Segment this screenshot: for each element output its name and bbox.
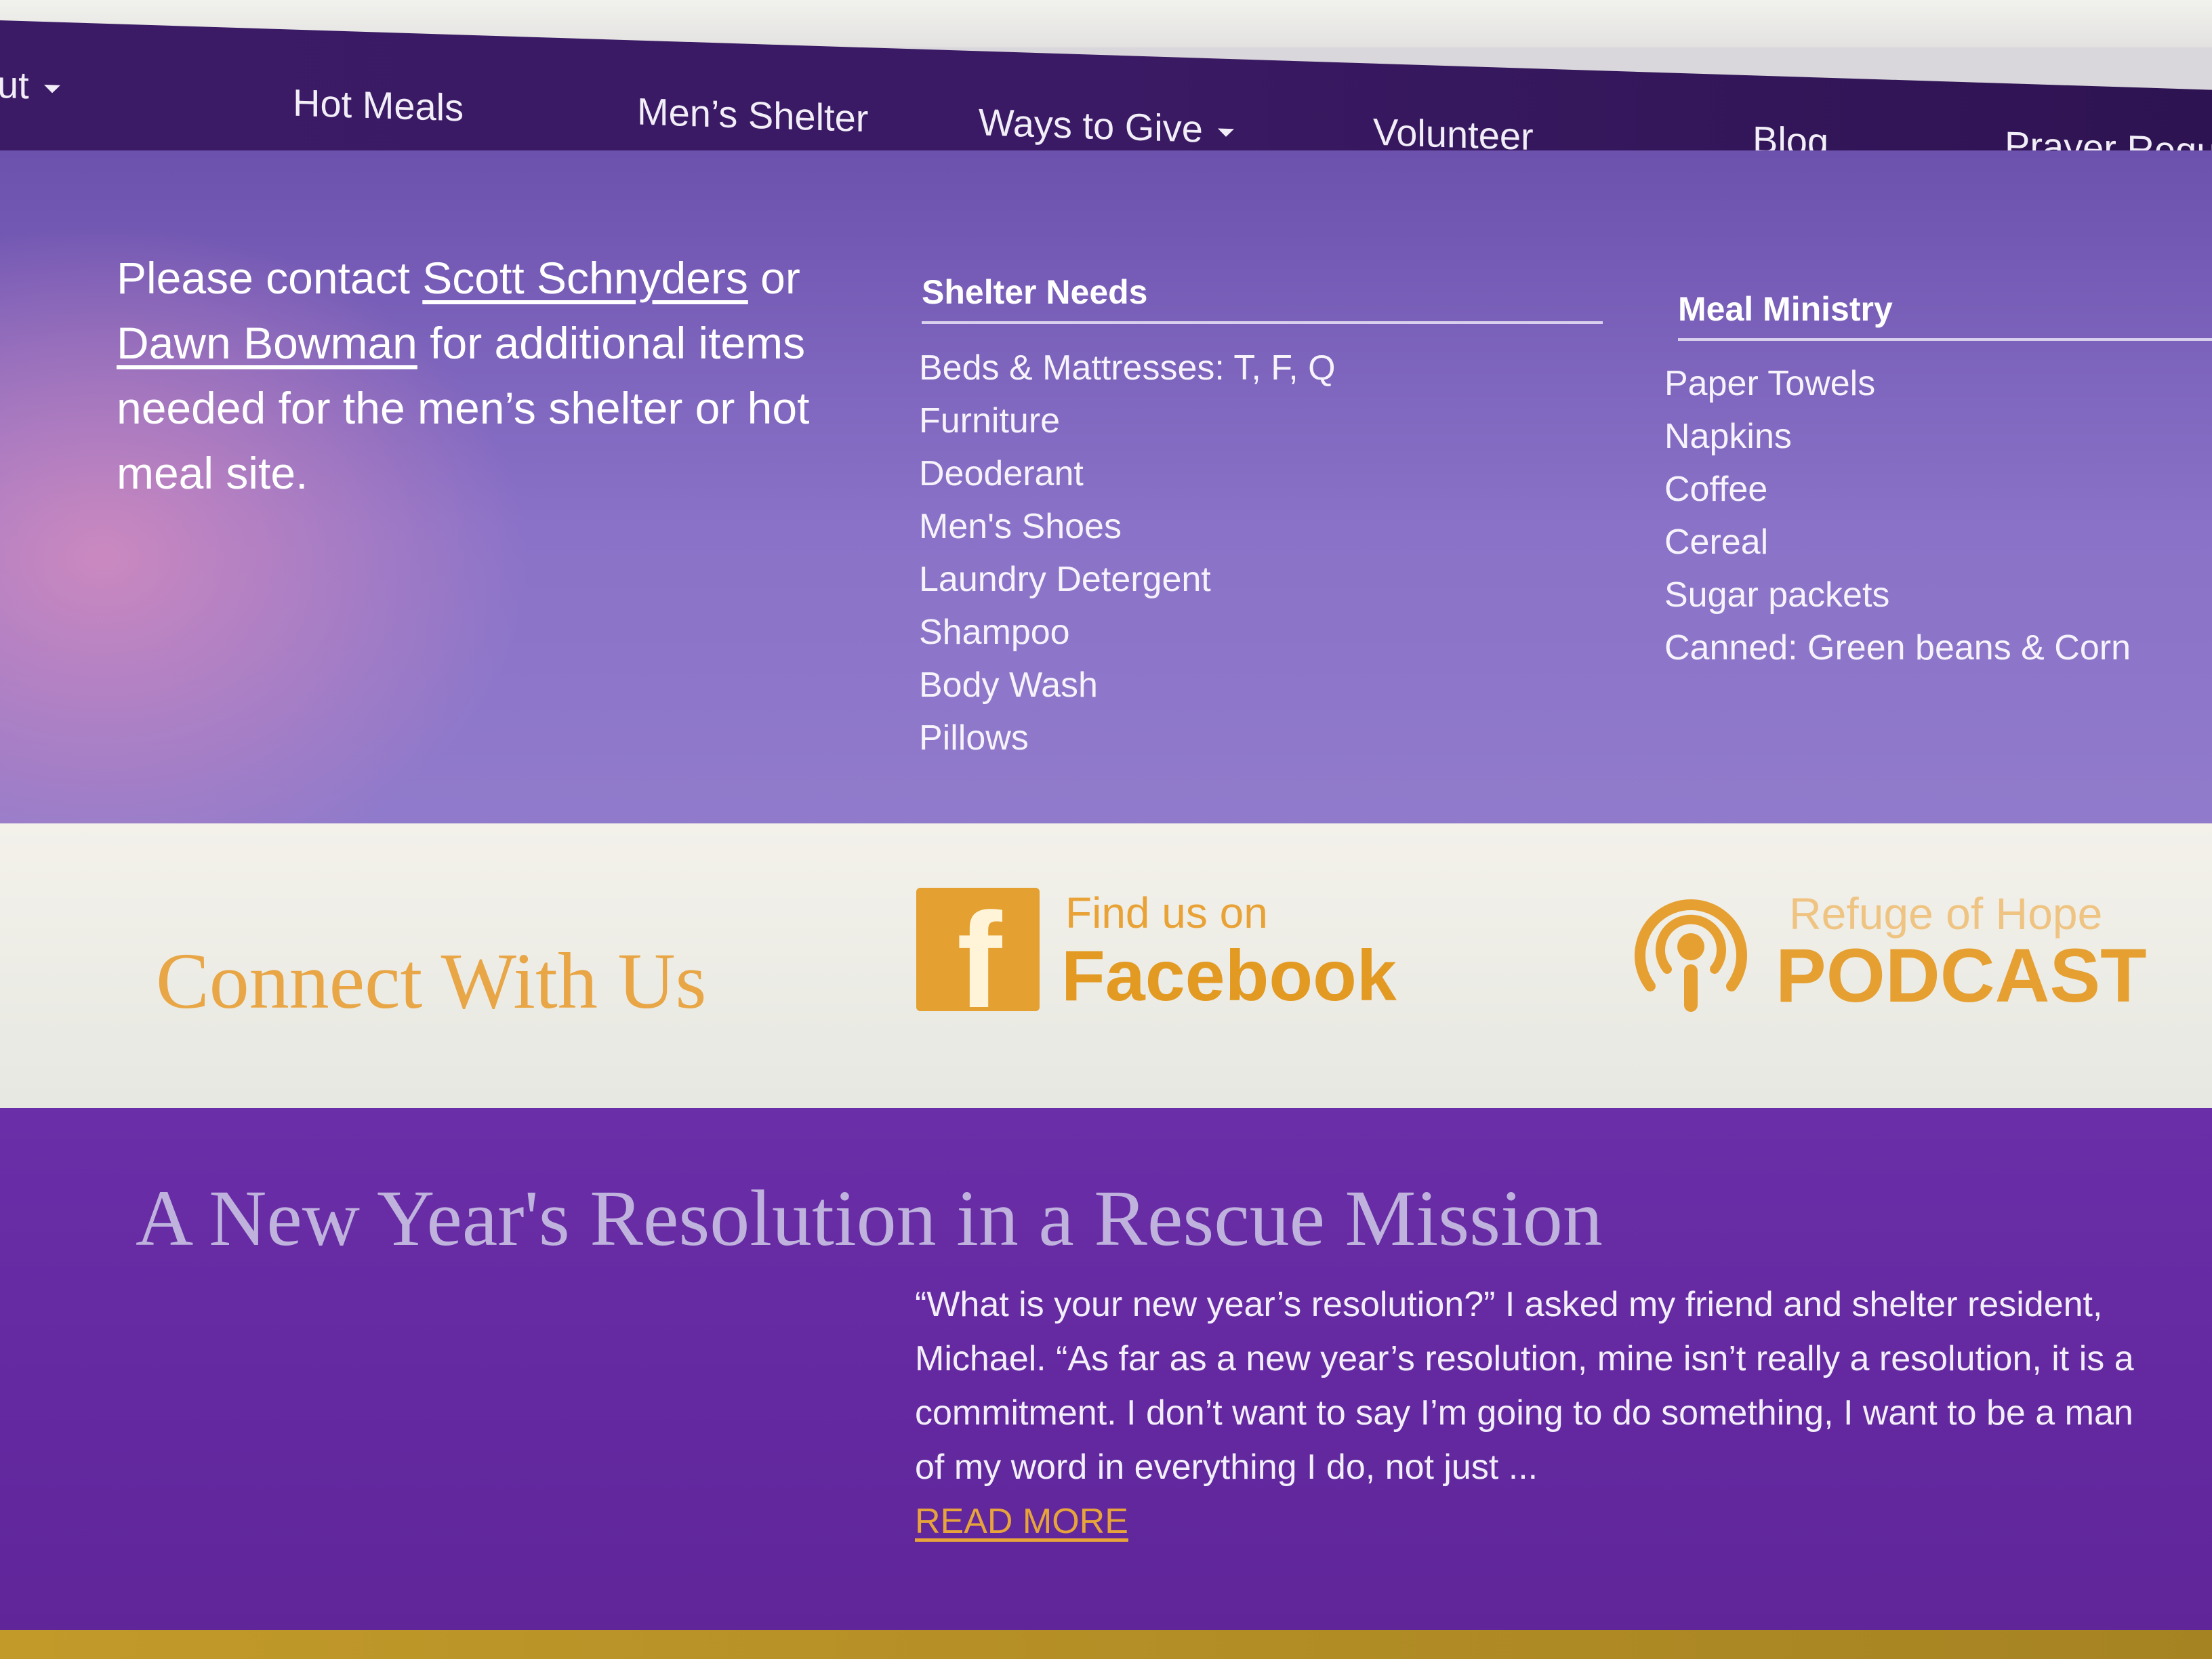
nav-item-label: ut xyxy=(0,62,29,107)
list-item: Pillows xyxy=(919,718,1029,758)
blog-section: A New Year's Resolution in a Rescue Miss… xyxy=(0,1108,2212,1659)
nav-item-hot-meals[interactable]: Hot Meals xyxy=(293,81,464,130)
shelter-needs-list: Beds & Mattresses: T, F, Q Furniture Deo… xyxy=(919,342,1336,764)
read-more-link[interactable]: READ MORE xyxy=(915,1494,1128,1549)
list-item: Laundry Detergent xyxy=(919,560,1211,599)
list-item: Napkins xyxy=(1664,417,1792,456)
nav-item-label: Hot Meals xyxy=(293,81,464,129)
needs-section: Please contact Scott Schnyders or Dawn B… xyxy=(0,150,2212,835)
contact-link-dawn[interactable]: Dawn Bowman xyxy=(117,318,417,368)
contact-middle: or xyxy=(747,253,800,303)
footer-accent-bar xyxy=(0,1630,2212,1659)
list-item: Shampoo xyxy=(919,613,1070,652)
list-item: Deoderant xyxy=(919,454,1084,493)
podcast-label: PODCAST xyxy=(1776,933,2147,1018)
meal-ministry-list: Paper Towels Napkins Coffee Cereal Sugar… xyxy=(1664,357,2131,674)
list-item: Canned: Green beans & Corn xyxy=(1664,628,2131,668)
list-item: Paper Towels xyxy=(1664,364,1876,403)
podcast-icon[interactable] xyxy=(1630,884,1752,1020)
nav-item-mens-shelter[interactable]: Men’s Shelter xyxy=(637,89,868,141)
list-item: Beds & Mattresses: T, F, Q xyxy=(919,348,1336,388)
list-item: Body Wash xyxy=(919,665,1098,705)
meal-ministry-heading: Meal Ministry xyxy=(1678,289,2212,341)
shelter-needs-heading: Shelter Needs xyxy=(922,272,1603,324)
blog-excerpt-block: “What is your new year’s resolution?” I … xyxy=(915,1277,2148,1549)
caret-down-icon xyxy=(1217,128,1234,138)
connect-title: Connect With Us xyxy=(156,937,707,1025)
list-item: Furniture xyxy=(919,401,1061,441)
list-item: Cereal xyxy=(1664,523,1769,562)
nav-item-label: Ways to Give xyxy=(979,100,1203,150)
caret-down-icon xyxy=(43,85,60,94)
nav-item-label: Men’s Shelter xyxy=(637,89,869,140)
nav-item-about[interactable]: ut xyxy=(0,62,60,108)
blog-post-title[interactable]: A New Year's Resolution in a Rescue Miss… xyxy=(136,1172,1603,1265)
facebook-label: Facebook xyxy=(1061,936,1397,1016)
facebook-f-glyph: f xyxy=(957,885,1002,1036)
facebook-find-us-text: Find us on xyxy=(1065,888,1268,937)
connect-section: Connect With Us f Find us on Facebook Re… xyxy=(0,823,2212,1108)
list-item: Sugar packets xyxy=(1664,575,1890,615)
list-item: Coffee xyxy=(1664,470,1768,509)
contact-text: Please contact Scott Schnyders or Dawn B… xyxy=(117,245,862,506)
list-item: Men's Shoes xyxy=(919,507,1122,546)
nav-item-ways-to-give[interactable]: Ways to Give xyxy=(979,100,1234,152)
contact-link-scott[interactable]: Scott Schnyders xyxy=(422,253,748,303)
contact-prefix: Please contact xyxy=(117,253,423,303)
facebook-icon[interactable]: f xyxy=(916,888,1040,1029)
blog-excerpt: “What is your new year’s resolution?” I … xyxy=(915,1285,2134,1487)
